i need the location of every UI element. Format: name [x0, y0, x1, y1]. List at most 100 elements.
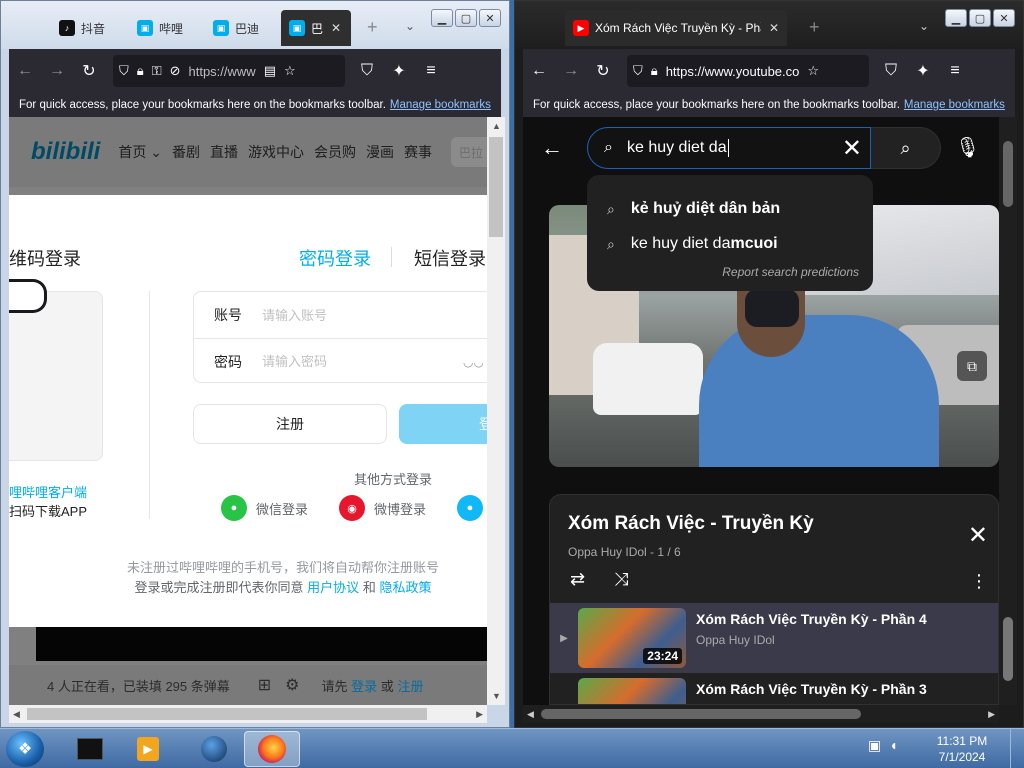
scrollbar-thumb[interactable]: [27, 708, 427, 720]
bottom-login-link[interactable]: 登录: [351, 679, 377, 694]
tab-password-login[interactable]: 密码登录: [299, 245, 371, 271]
nav-esports[interactable]: 赛事: [404, 142, 432, 162]
search-button[interactable]: ⌕: [871, 127, 941, 169]
forward-arrow-icon[interactable]: →: [555, 55, 587, 87]
login-button[interactable]: 登: [399, 404, 487, 444]
close-window-icon[interactable]: ✕: [993, 9, 1015, 27]
horizontal-scrollbar[interactable]: ◀ ▶: [9, 705, 487, 723]
nav-anime[interactable]: 番剧: [172, 142, 200, 162]
scroll-right-icon[interactable]: ▶: [476, 709, 483, 720]
scroll-right-icon[interactable]: ▶: [988, 709, 995, 720]
danmaku-toggle-icon[interactable]: ⊞: [258, 675, 271, 695]
video-title[interactable]: Xóm Rách Việc Truyền Kỳ - Phần 4: [696, 611, 927, 627]
loop-icon[interactable]: ⇄: [570, 569, 585, 590]
horizontal-scrollbar[interactable]: ◀ ▶: [523, 705, 999, 723]
manage-bookmarks-link[interactable]: Manage bookmarks: [904, 99, 1005, 111]
tab-sms-login[interactable]: 短信登录: [414, 245, 486, 271]
scroll-down-icon[interactable]: ▼: [492, 691, 501, 701]
manage-bookmarks-link[interactable]: Manage bookmarks: [390, 99, 491, 111]
shield-icon[interactable]: ⛉: [119, 63, 129, 79]
taskbar-app-terminal[interactable]: [62, 731, 118, 767]
close-playlist-icon[interactable]: ✕: [968, 521, 988, 550]
register-button[interactable]: 注册: [193, 404, 387, 444]
back-arrow-icon[interactable]: ←: [523, 55, 555, 87]
menu-hamburger-icon[interactable]: ≡: [415, 55, 447, 87]
scrollbar-thumb[interactable]: [541, 709, 861, 719]
maximize-icon[interactable]: ▢: [969, 9, 991, 27]
video-title[interactable]: Xóm Rách Việc Truyền Kỳ - Phần 3: [696, 681, 927, 697]
address-bar[interactable]: ⛉ 🔒︎ ⚿ ⊘ https://www ▤ ☆: [113, 55, 345, 87]
bookmark-star-icon[interactable]: ☆: [284, 63, 296, 79]
microphone-icon[interactable]: 🎙︎: [955, 135, 980, 160]
nav-mall[interactable]: 会员购: [314, 142, 356, 162]
suggestion-item[interactable]: ⌕ kẻ huỷ diệt dân bản: [587, 192, 873, 226]
tab-tiktok[interactable]: ♪ 抖音: [51, 10, 123, 46]
pocket-icon[interactable]: ⛉: [351, 55, 383, 87]
privacy-policy-link[interactable]: 隐私政策: [379, 580, 431, 595]
tab-youtube-active[interactable]: ▶ Xóm Rách Việc Truyền Kỳ - Phầ ✕: [565, 10, 787, 46]
close-tab-icon[interactable]: ✕: [331, 21, 341, 35]
volume-icon[interactable]: ◖: [889, 737, 897, 754]
scroll-up-icon[interactable]: ▲: [492, 121, 501, 131]
vertical-scrollbar[interactable]: ▲ ▼: [487, 117, 505, 705]
nav-game-center[interactable]: 游戏中心: [248, 142, 304, 162]
shield-icon[interactable]: ⛉: [633, 63, 643, 79]
forward-arrow-icon[interactable]: →: [41, 55, 73, 87]
nav-live[interactable]: 直播: [210, 142, 238, 162]
bottom-register-link[interactable]: 注册: [397, 679, 423, 694]
new-tab-icon[interactable]: +: [809, 17, 820, 38]
qq-login[interactable]: ●: [457, 495, 487, 521]
lock-icon[interactable]: 🔒︎: [651, 63, 658, 79]
menu-hamburger-icon[interactable]: ≡: [939, 55, 971, 87]
tab-bilibili-active[interactable]: ▣ 巴 ✕: [281, 10, 351, 46]
taskbar-app-firefox[interactable]: [244, 731, 300, 767]
bookmark-star-icon[interactable]: ☆: [807, 63, 819, 79]
playlist-item[interactable]: ▶ 23:24 Xóm Rách Việc Truyền Kỳ - Phần 4…: [550, 603, 998, 673]
scroll-left-icon[interactable]: ◀: [13, 709, 20, 720]
video-thumbnail[interactable]: [578, 678, 686, 704]
tab-bilibili-1[interactable]: ▣ 哔哩: [129, 10, 201, 46]
wechat-login[interactable]: ● 微信登录: [221, 495, 308, 521]
clock[interactable]: 11:31 PM 7/1/2024: [932, 733, 992, 765]
tab-list-chevron-icon[interactable]: ⌄: [405, 19, 415, 33]
shuffle-icon[interactable]: ⤨: [614, 569, 628, 590]
minimize-icon[interactable]: ▁: [431, 9, 453, 27]
extensions-icon[interactable]: ✦: [907, 55, 939, 87]
scrollbar-thumb[interactable]: [489, 137, 503, 237]
password-input[interactable]: [262, 354, 462, 369]
vertical-scrollbar[interactable]: [999, 117, 1017, 705]
close-tab-icon[interactable]: ✕: [769, 21, 779, 35]
scrollbar-thumb[interactable]: [1003, 617, 1013, 681]
playlist-title[interactable]: Xóm Rách Việc - Truyền Kỳ: [568, 513, 814, 535]
reload-icon[interactable]: ↻: [587, 55, 619, 87]
minimize-icon[interactable]: ▁: [945, 9, 967, 27]
user-agreement-link[interactable]: 用户协议: [307, 580, 359, 595]
nav-home[interactable]: 首页 ⌄: [118, 142, 162, 162]
account-input[interactable]: [262, 307, 462, 323]
bilibili-logo[interactable]: bilibili: [31, 138, 100, 166]
more-vertical-icon[interactable]: ⋮: [970, 571, 988, 592]
tab-list-chevron-icon[interactable]: ⌄: [919, 19, 929, 33]
report-predictions-link[interactable]: Report search predictions: [722, 265, 859, 279]
reload-icon[interactable]: ↻: [73, 55, 105, 87]
scrollbar-thumb[interactable]: [1003, 141, 1013, 207]
reader-view-icon[interactable]: ▤: [264, 63, 276, 79]
nav-manga[interactable]: 漫画: [366, 142, 394, 162]
pocket-icon[interactable]: ⛉: [875, 55, 907, 87]
miniplayer-icon[interactable]: ⧉: [957, 351, 987, 381]
back-arrow-icon[interactable]: ←: [9, 55, 41, 87]
eye-closed-icon[interactable]: ◡◡: [463, 355, 484, 369]
taskbar-app-media-player[interactable]: ▶: [120, 731, 176, 767]
taskbar-app-browser[interactable]: [186, 731, 242, 767]
video-thumbnail[interactable]: 23:24: [578, 608, 686, 668]
tab-bilibili-2[interactable]: ▣ 巴迪: [205, 10, 277, 46]
address-bar[interactable]: ⛉ 🔒︎ https://www.youtube.co ☆: [627, 55, 869, 87]
weibo-login[interactable]: ◉ 微博登录: [339, 495, 426, 521]
autoplay-blocked-icon[interactable]: ⊘: [170, 63, 181, 79]
bilibili-search-input[interactable]: 巴拉: [451, 137, 487, 167]
qr-client-link[interactable]: 哩哔哩客户端: [9, 482, 87, 501]
show-desktop-button[interactable]: [1010, 729, 1024, 768]
permissions-icon[interactable]: ⚿: [152, 63, 162, 79]
playlist-item[interactable]: Xóm Rách Việc Truyền Kỳ - Phần 3: [550, 673, 998, 704]
network-icon[interactable]: ▣: [868, 737, 881, 754]
